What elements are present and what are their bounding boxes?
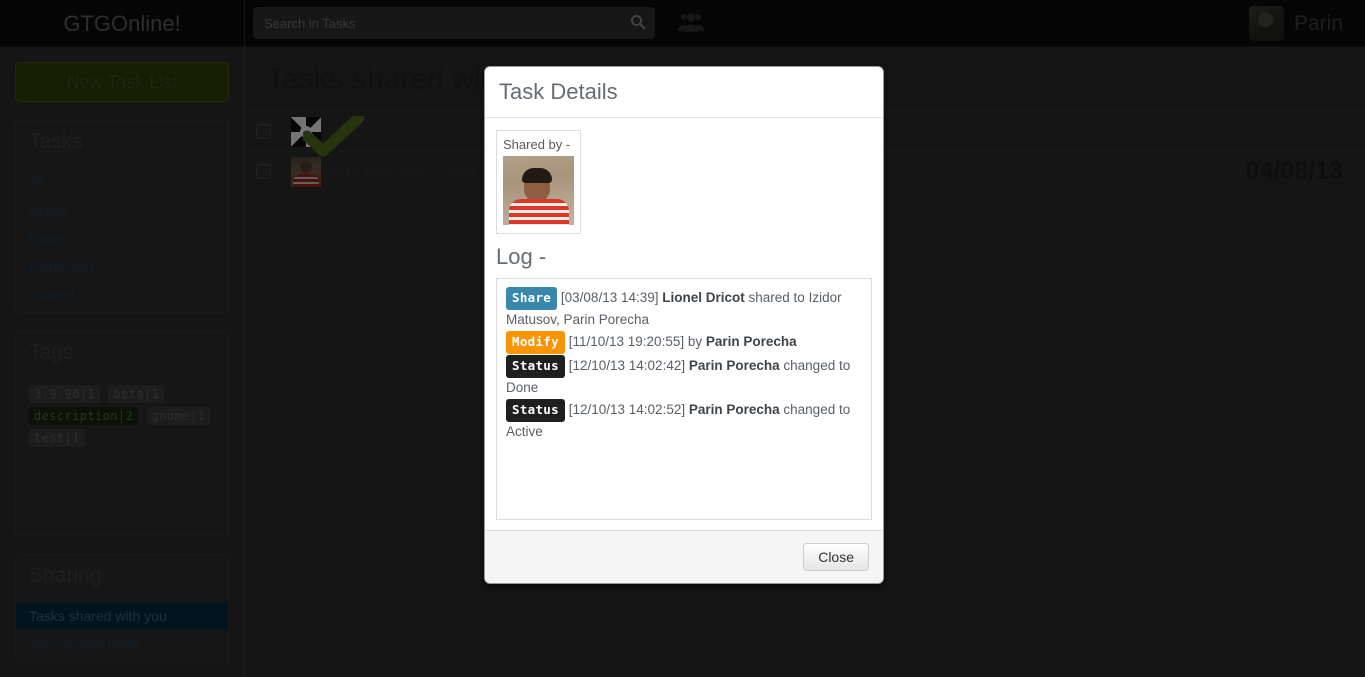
shared-by-label: Shared by - <box>503 137 571 152</box>
log-entry: Status [12/10/13 14:02:42] Parin Porecha… <box>506 355 862 398</box>
shared-by-box: Shared by - <box>496 130 581 234</box>
log-actor: Lionel Dricot <box>662 290 745 305</box>
modal-header: Task Details <box>485 67 883 118</box>
log-timestamp: [12/10/13 14:02:42] <box>568 358 686 373</box>
log-actor: Parin Porecha <box>688 402 780 417</box>
modal-title: Task Details <box>499 79 618 104</box>
app-window: GTGOnline! Parin <box>0 0 1365 677</box>
log-actor: Parin Porecha <box>705 334 797 349</box>
log-title: Log - <box>496 244 547 269</box>
log-timestamp: [03/08/13 14:39] <box>560 290 659 305</box>
log-timestamp: [11/10/13 19:20:55] <box>568 334 685 349</box>
log-box: Share [03/08/13 14:39] Lionel Dricot sha… <box>496 278 872 520</box>
log-prefix: by <box>684 334 706 349</box>
log-badge-status: Status <box>506 399 565 422</box>
close-button[interactable]: Close <box>803 543 869 571</box>
log-entry: Status [12/10/13 14:02:52] Parin Porecha… <box>506 399 862 442</box>
modal-footer: Close <box>485 530 883 583</box>
log-badge-share: Share <box>506 287 558 310</box>
task-details-modal: Task Details Shared by - Log - Share [03… <box>484 66 884 584</box>
log-entry: Modify [11/10/13 19:20:55] by Parin Pore… <box>506 331 862 354</box>
log-badge-status: Status <box>506 355 565 378</box>
shared-by-avatar <box>503 156 574 225</box>
modal-body: Shared by - Log - Share [03/08/13 14:39]… <box>485 118 883 530</box>
log-entry: Share [03/08/13 14:39] Lionel Dricot sha… <box>506 287 862 330</box>
log-actor: Parin Porecha <box>688 358 780 373</box>
log-timestamp: [12/10/13 14:02:52] <box>568 402 686 417</box>
log-badge-modify: Modify <box>506 331 565 354</box>
